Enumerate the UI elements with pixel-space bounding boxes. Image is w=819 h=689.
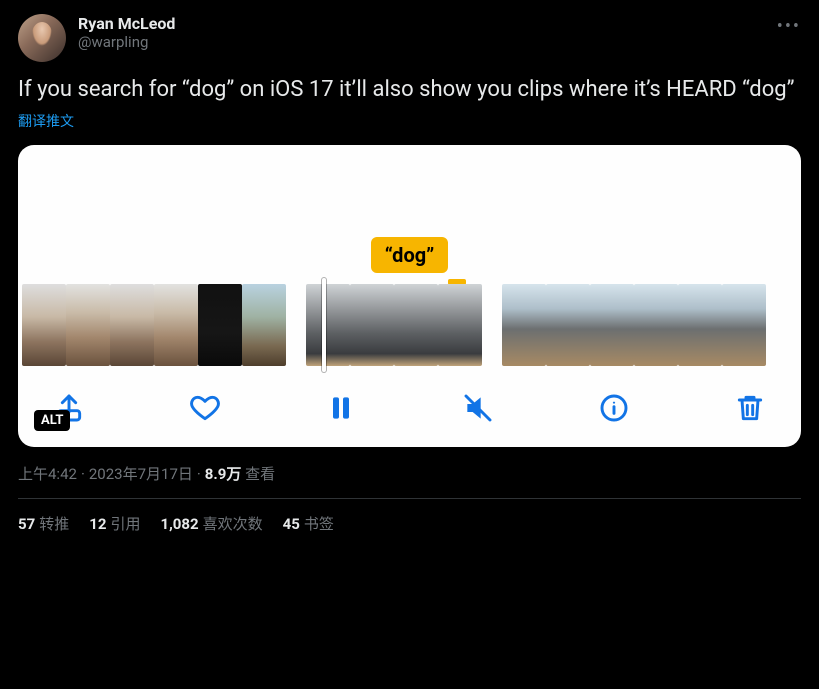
thumb-frame [546, 284, 590, 366]
clip-group-2[interactable] [306, 284, 482, 366]
thumb-frame [350, 284, 394, 366]
thumb-frame [722, 284, 766, 366]
tweet-stats: 57转推 12引用 1,082喜欢次数 45书签 [18, 499, 801, 534]
media-top-space [18, 145, 801, 237]
translate-link[interactable]: 翻译推文 [18, 111, 74, 131]
thumb-frame [110, 284, 154, 366]
thumb-frame [502, 284, 546, 366]
meta-views-label: 查看 [245, 465, 275, 483]
author-names[interactable]: Ryan McLeod @warpling [78, 14, 175, 51]
search-tag: “dog” [371, 237, 449, 273]
thumb-frame [198, 284, 242, 366]
thumb-frame [678, 284, 722, 366]
clip-group-1[interactable] [22, 284, 286, 366]
thumb-frame [306, 284, 350, 366]
tweet-meta: 上午4:42·2023年7月17日·8.9万 查看 [18, 463, 801, 498]
meta-date[interactable]: 2023年7月17日 [89, 465, 193, 483]
trash-icon[interactable] [733, 391, 767, 425]
pause-icon[interactable] [324, 391, 358, 425]
thumb-frame [634, 284, 678, 366]
mute-icon[interactable] [461, 391, 495, 425]
thumb-frame [438, 284, 482, 366]
thumb-frame [394, 284, 438, 366]
thumb-frame [242, 284, 286, 366]
thumb-frame [154, 284, 198, 366]
clip-group-3[interactable] [502, 284, 766, 366]
thumb-frame [590, 284, 634, 366]
heart-icon[interactable] [188, 391, 222, 425]
video-timeline[interactable] [18, 281, 801, 369]
alt-badge[interactable]: ALT [34, 410, 70, 431]
meta-time[interactable]: 上午4:42 [18, 465, 77, 483]
tweet-container: Ryan McLeod @warpling ••• If you search … [0, 0, 819, 534]
tweet-header: Ryan McLeod @warpling ••• [18, 14, 801, 62]
display-name: Ryan McLeod [78, 14, 175, 33]
handle: @warpling [78, 33, 175, 51]
media-toolbar [18, 369, 801, 435]
thumb-frame [22, 284, 66, 366]
thumb-frame [66, 284, 110, 366]
media-card[interactable]: “dog” [18, 145, 801, 447]
tweet-text: If you search for “dog” on iOS 17 it’ll … [18, 76, 801, 105]
stat-quotes[interactable]: 12引用 [89, 513, 140, 534]
search-tag-row: “dog” [18, 237, 801, 273]
stat-bookmarks[interactable]: 45书签 [283, 513, 334, 534]
info-icon[interactable] [597, 391, 631, 425]
stat-retweets[interactable]: 57转推 [18, 513, 69, 534]
avatar[interactable] [18, 14, 66, 62]
stat-likes[interactable]: 1,082喜欢次数 [160, 513, 262, 534]
more-options-icon[interactable]: ••• [777, 16, 801, 37]
meta-views-value: 8.9万 [205, 465, 242, 483]
